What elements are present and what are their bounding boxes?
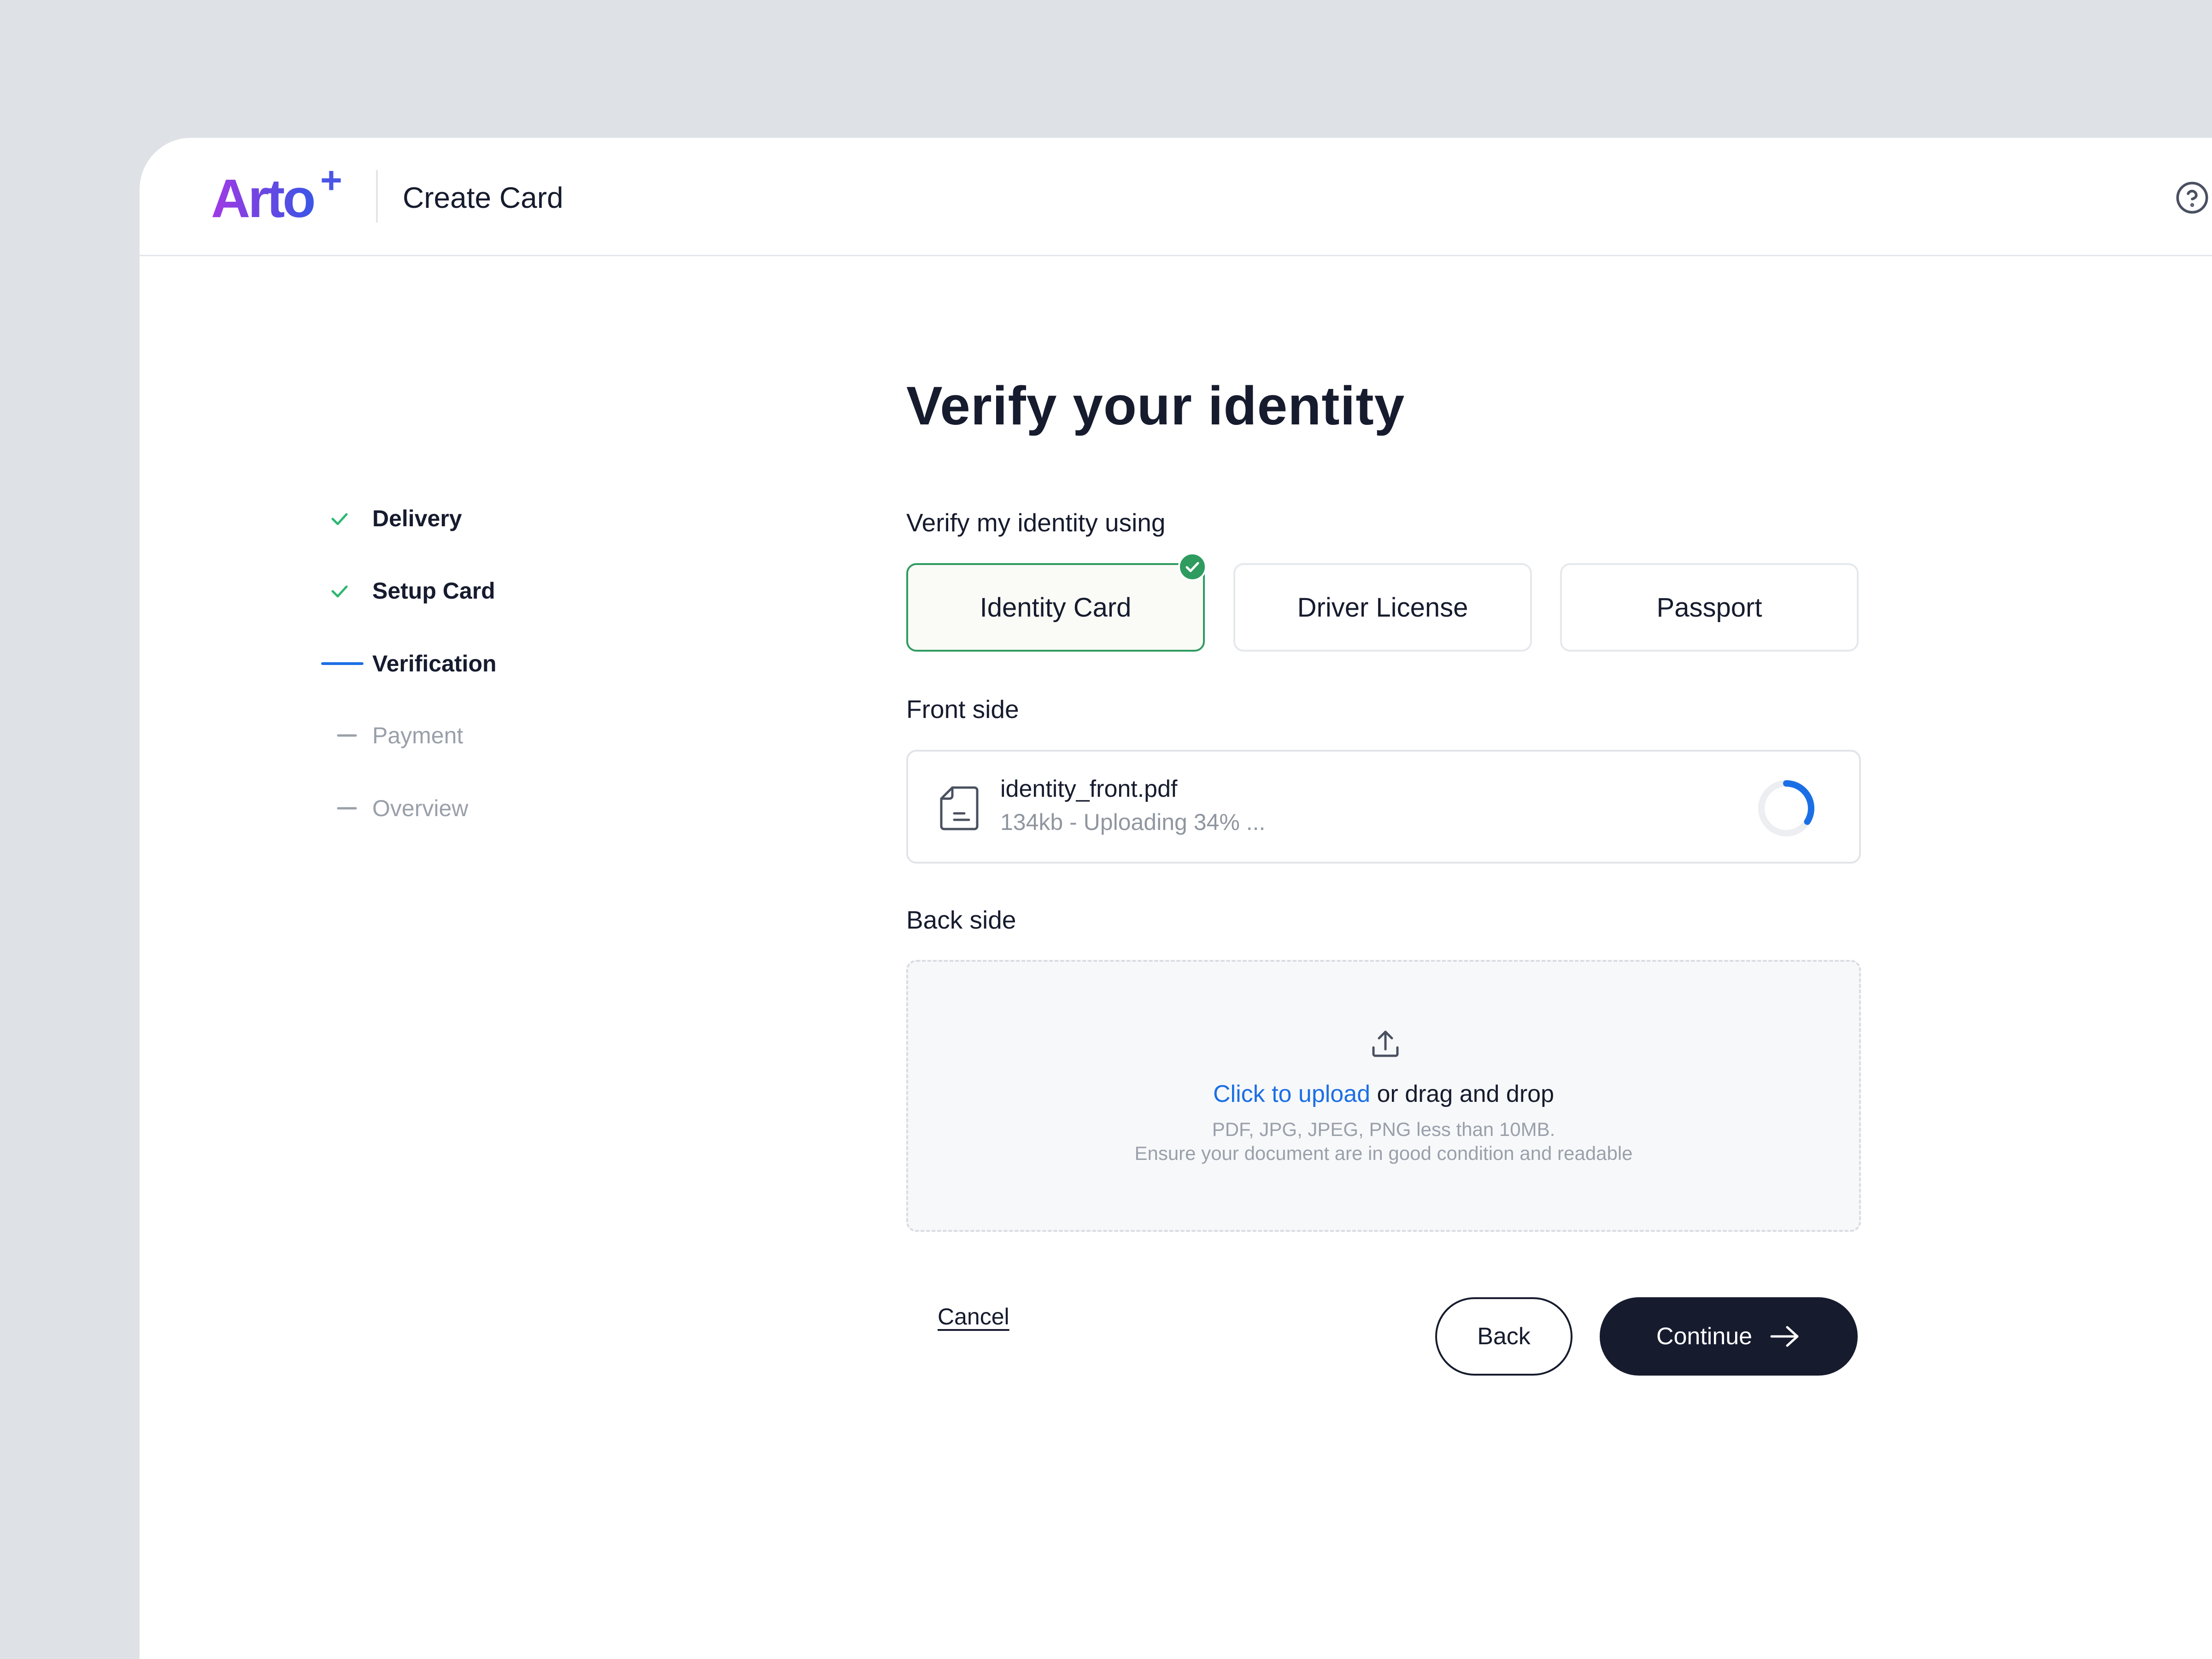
upload-format-hint: PDF, JPG, JPEG, PNG less than 10MB. xyxy=(1212,1118,1555,1140)
selected-check-icon xyxy=(1178,553,1207,581)
current-step-indicator xyxy=(321,662,364,665)
dash-icon xyxy=(337,734,357,737)
app-window: Arto + Create Card Delivery Setup Card V… xyxy=(140,138,2212,1659)
file-name: identity_front.pdf xyxy=(1000,776,1178,802)
top-bar: Arto + Create Card xyxy=(140,138,2212,256)
step-label: Verification xyxy=(372,651,497,677)
method-label: Verify my identity using xyxy=(906,508,1166,537)
step-label: Delivery xyxy=(372,506,462,531)
step-label: Setup Card xyxy=(372,578,495,604)
option-label: Passport xyxy=(1656,592,1762,623)
drag-drop-text: or drag and drop xyxy=(1370,1081,1555,1107)
click-to-upload-link[interactable]: Click to upload xyxy=(1213,1081,1370,1107)
main-title: Verify your identity xyxy=(906,376,1405,436)
back-upload-dropzone[interactable]: Click to upload or drag and drop PDF, JP… xyxy=(906,960,1861,1232)
option-label: Identity Card xyxy=(980,592,1132,623)
document-icon xyxy=(940,786,979,830)
option-label: Driver License xyxy=(1297,592,1468,623)
check-icon xyxy=(331,513,348,525)
upload-status: 134kb - Uploading 34% ... xyxy=(1000,809,1266,835)
front-side-label: Front side xyxy=(906,695,1019,724)
dash-icon xyxy=(337,807,357,810)
continue-button-label: Continue xyxy=(1656,1323,1753,1350)
brand-logo-plus: + xyxy=(320,159,342,201)
step-label: Overview xyxy=(372,795,469,821)
upload-condition-hint: Ensure your document are in good conditi… xyxy=(1134,1142,1633,1164)
cancel-link[interactable]: Cancel xyxy=(938,1303,1009,1330)
upload-icon xyxy=(1372,1030,1399,1057)
back-button[interactable]: Back xyxy=(1435,1297,1572,1376)
continue-button[interactable]: Continue xyxy=(1600,1297,1858,1376)
brand-logo[interactable]: Arto xyxy=(211,166,316,231)
back-side-label: Back side xyxy=(906,906,1016,934)
back-button-label: Back xyxy=(1477,1323,1531,1350)
check-icon xyxy=(331,585,348,598)
front-file-card: identity_front.pdf 134kb - Uploading 34%… xyxy=(906,750,1861,864)
header-divider xyxy=(376,170,378,223)
step-label: Payment xyxy=(372,723,464,748)
arrow-right-icon xyxy=(1770,1326,1799,1347)
page-title: Create Card xyxy=(403,181,563,214)
option-passport[interactable]: Passport xyxy=(1560,563,1859,652)
upload-instruction: Click to upload or drag and drop xyxy=(908,1078,1859,1110)
option-driver-license[interactable]: Driver License xyxy=(1233,563,1532,652)
help-circle-icon[interactable] xyxy=(2175,180,2210,215)
option-identity-card[interactable]: Identity Card xyxy=(906,563,1205,652)
upload-progress-icon xyxy=(1758,780,1814,836)
